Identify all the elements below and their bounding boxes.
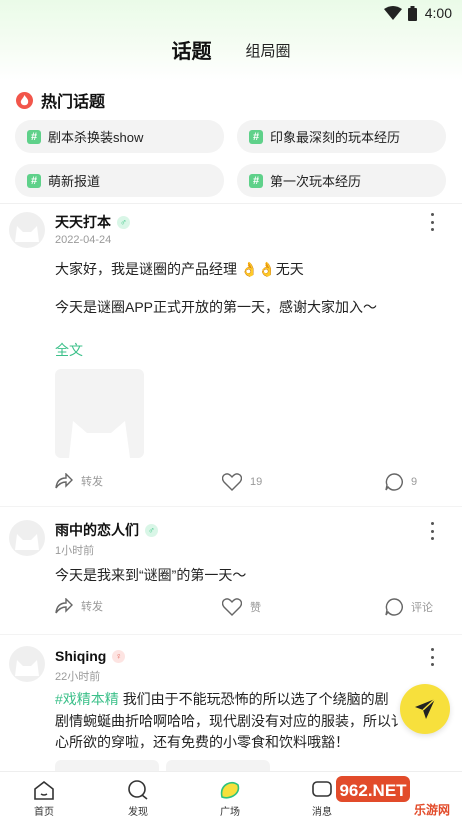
post-text: 今天是我来到“谜圈”的第一天～ bbox=[55, 567, 247, 583]
hot-topics-title: 热门话题 bbox=[16, 88, 105, 112]
comment-button[interactable]: 9 bbox=[385, 473, 417, 491]
nav-discover[interactable]: 发现 bbox=[108, 780, 168, 818]
topic-chip-label: 萌新报道 bbox=[48, 174, 101, 189]
post-actions: 转发 赞 评论 bbox=[0, 598, 462, 620]
tab-groups[interactable]: 组局圈 bbox=[245, 40, 290, 64]
post-text: 剧情蜿蜒曲折哈啊哈哈，现代剧没有对应的服装，所以讠 bbox=[55, 713, 405, 729]
more-options-icon[interactable] bbox=[430, 213, 434, 231]
post-divider bbox=[0, 634, 462, 635]
topic-chip-label: 第一次玩本经历 bbox=[270, 174, 362, 189]
like-count: 19 bbox=[250, 476, 263, 488]
like-button[interactable]: 19 bbox=[222, 473, 262, 491]
forward-icon bbox=[55, 473, 73, 489]
post-username[interactable]: 雨中的恋人们 ♂ bbox=[55, 520, 158, 540]
topic-chip[interactable]: # 剧本杀换装show bbox=[15, 120, 224, 153]
forward-label: 转发 bbox=[81, 601, 103, 613]
post-actions: 转发 19 9 bbox=[0, 473, 462, 495]
status-time: 4:00 bbox=[424, 5, 452, 21]
more-options-icon[interactable] bbox=[430, 648, 434, 666]
tab-topics-label: 话题 bbox=[171, 41, 212, 63]
hot-topics-label: 热门话题 bbox=[41, 94, 106, 111]
post-text-line: #戏精本精 我们由于不能玩恐怖的所以选了个绕脑的剧 bbox=[55, 689, 455, 709]
nav-message-label: 消息 bbox=[312, 807, 332, 818]
post-text: 心所欲的穿啦，还有免费的小零食和饮料哦豁！ bbox=[55, 734, 349, 750]
tab-topics[interactable]: 话题 bbox=[171, 35, 212, 64]
watermark-subtext: 乐游网 bbox=[414, 802, 450, 817]
username-text: 天天打本 bbox=[55, 214, 111, 230]
comment-button[interactable]: 评论 bbox=[385, 598, 433, 616]
fire-icon bbox=[16, 91, 33, 109]
post-text: 今天是谜圈APP正式开放的第一天，感谢大家加入～ bbox=[55, 299, 378, 315]
post-text: 我们由于不能玩恐怖的所以选了个绕脑的剧 bbox=[122, 691, 389, 707]
nav-square-label: 广场 bbox=[220, 807, 240, 818]
section-divider bbox=[0, 203, 462, 204]
wifi-icon bbox=[383, 6, 402, 20]
post-username[interactable]: Shiqing ♀ bbox=[55, 648, 126, 664]
topic-chip-label: 剧本杀换装show bbox=[48, 130, 144, 145]
comment-label: 评论 bbox=[411, 602, 433, 614]
forward-label: 转发 bbox=[81, 476, 103, 488]
nav-square[interactable]: 广场 bbox=[200, 780, 260, 818]
topic-chip-label: 印象最深刻的玩本经历 bbox=[270, 130, 401, 145]
publish-button[interactable] bbox=[400, 684, 450, 734]
nav-discover-label: 发现 bbox=[128, 807, 148, 818]
post-card[interactable]: 雨中的恋人们 ♂ 1小时前 今天是我来到“谜圈”的第一天～ 转发 赞 评论 bbox=[0, 514, 462, 634]
hashtag-icon: # bbox=[27, 173, 41, 188]
gender-male-icon: ♂ bbox=[117, 215, 130, 229]
home-icon bbox=[34, 780, 54, 800]
post-image[interactable] bbox=[55, 369, 144, 458]
hashtag-icon: # bbox=[249, 129, 263, 144]
post-divider bbox=[0, 506, 462, 507]
post-time: 1小时前 bbox=[55, 545, 95, 557]
username-text: Shiqing bbox=[55, 648, 107, 664]
post-card[interactable]: 天天打本 ♂ 2022-04-24 大家好，我是谜圈的产品经理 👌👌无天 今天是… bbox=[0, 208, 462, 508]
post-text: 大家好，我是谜圈的产品经理 👌👌无天 bbox=[55, 261, 304, 277]
hashtag-icon: # bbox=[27, 129, 41, 144]
top-tabs: 话题 组局圈 bbox=[0, 30, 462, 64]
post-tag[interactable]: #戏精本精 bbox=[55, 691, 119, 707]
topic-chip[interactable]: # 萌新报道 bbox=[15, 164, 224, 197]
avatar[interactable] bbox=[9, 212, 45, 248]
nav-home-label: 首页 bbox=[34, 807, 54, 818]
topic-chip[interactable]: # 第一次玩本经历 bbox=[237, 164, 446, 197]
gender-female-icon: ♀ bbox=[112, 649, 126, 663]
full-text-link[interactable]: 全文 bbox=[55, 340, 83, 360]
avatar[interactable] bbox=[9, 520, 45, 556]
post-time: 2022-04-24 bbox=[55, 234, 112, 246]
battery-icon bbox=[407, 5, 417, 21]
forward-button[interactable]: 转发 bbox=[55, 473, 103, 489]
comment-count: 9 bbox=[411, 476, 418, 488]
square-icon bbox=[220, 781, 240, 799]
message-icon bbox=[312, 781, 332, 797]
username-text: 雨中的恋人们 bbox=[55, 522, 139, 538]
avatar[interactable] bbox=[9, 646, 45, 682]
post-username[interactable]: 天天打本 ♂ bbox=[55, 212, 130, 232]
heart-icon bbox=[222, 598, 242, 616]
discover-icon bbox=[128, 780, 148, 800]
gender-male-icon: ♂ bbox=[145, 523, 158, 537]
comment-icon bbox=[385, 473, 403, 491]
tab-groups-label: 组局圈 bbox=[245, 43, 291, 60]
status-bar: 4:00 bbox=[0, 0, 462, 26]
like-label: 赞 bbox=[250, 602, 261, 614]
comment-icon bbox=[385, 598, 403, 616]
topic-chip[interactable]: # 印象最深刻的玩本经历 bbox=[237, 120, 446, 153]
watermark-logo: 962.NET 乐游网 bbox=[336, 776, 450, 817]
more-options-icon[interactable] bbox=[430, 522, 434, 540]
hashtag-icon: # bbox=[249, 173, 263, 188]
watermark-text: 962.NET bbox=[339, 781, 407, 800]
nav-home[interactable]: 首页 bbox=[14, 780, 74, 818]
like-button[interactable]: 赞 bbox=[222, 598, 261, 616]
send-icon bbox=[415, 698, 436, 719]
forward-icon bbox=[55, 598, 73, 614]
forward-button[interactable]: 转发 bbox=[55, 598, 103, 614]
post-card[interactable]: Shiqing ♀ 22小时前 #戏精本精 我们由于不能玩恐怖的所以选了个绕脑的… bbox=[0, 640, 462, 774]
heart-icon bbox=[222, 473, 242, 491]
post-time: 22小时前 bbox=[55, 671, 101, 683]
